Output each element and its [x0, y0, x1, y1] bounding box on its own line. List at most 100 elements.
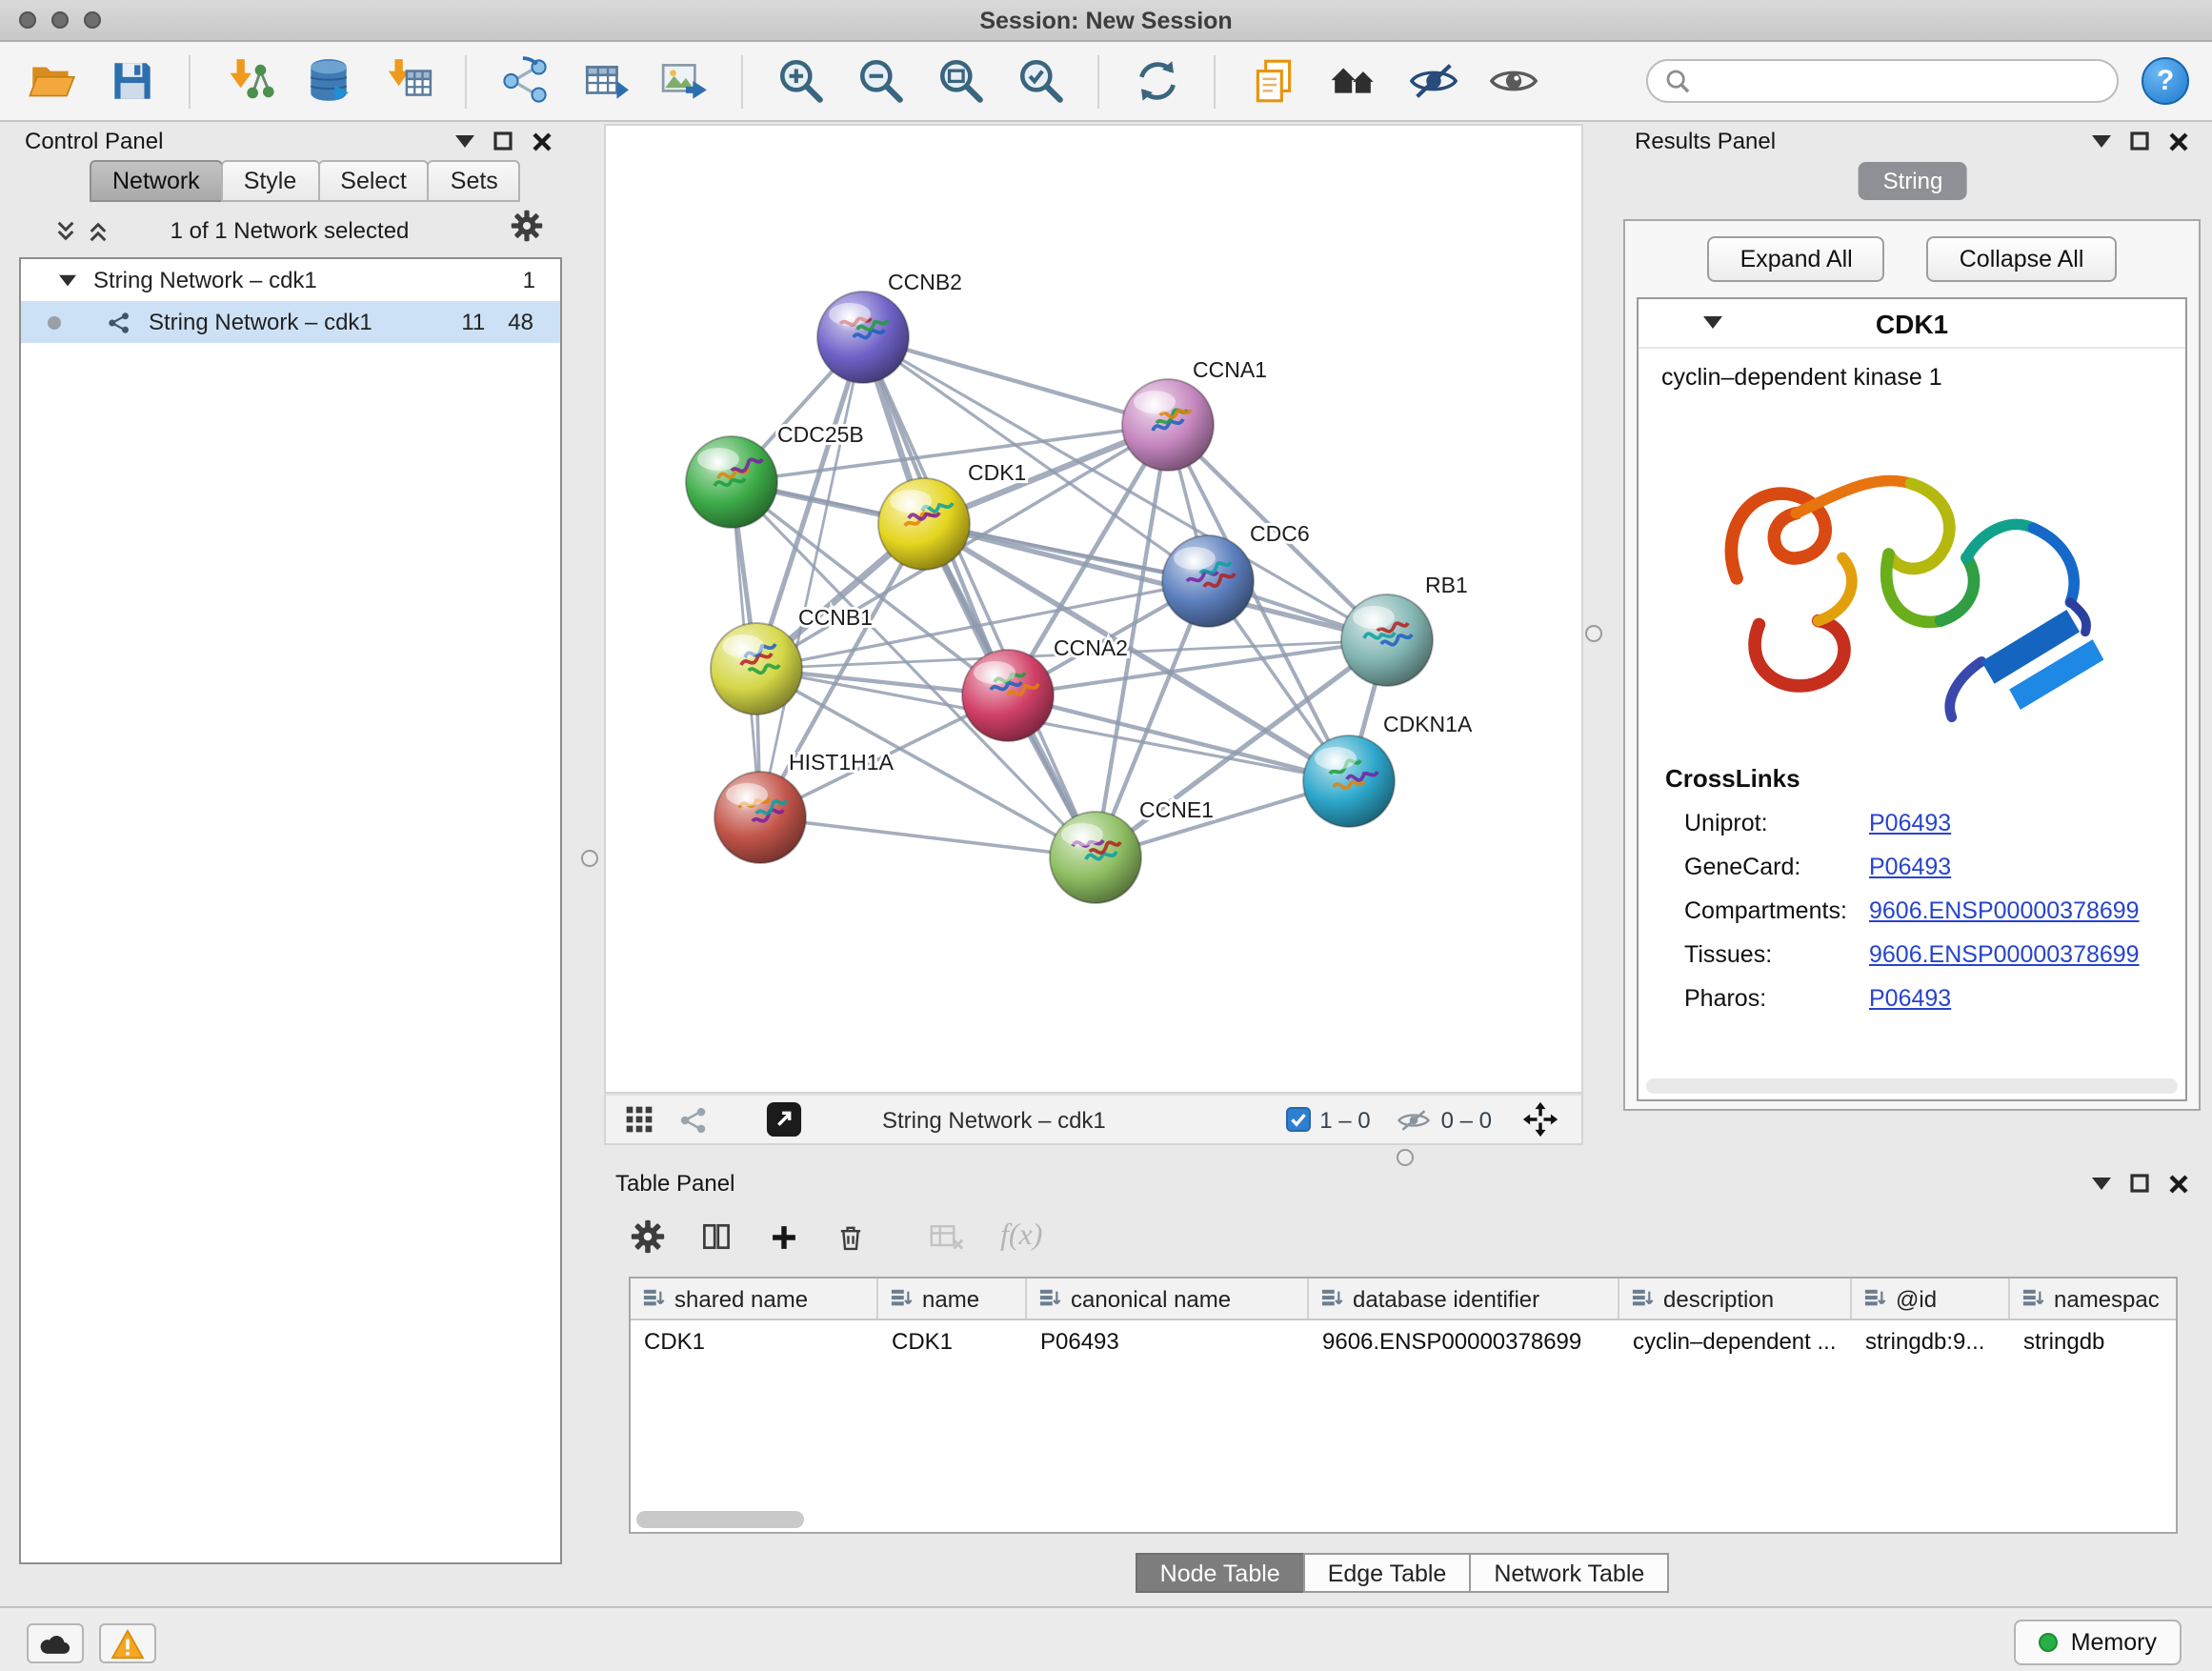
column-header-description[interactable]: description	[1619, 1278, 1852, 1319]
export-view-button[interactable]	[766, 1101, 802, 1137]
column-header--id[interactable]: @id	[1852, 1278, 2010, 1319]
network-node-rb1[interactable]: RB1	[1341, 573, 1468, 686]
crosslink-link[interactable]: 9606.ENSP00000378699	[1869, 940, 2140, 967]
column-header-database-identifier[interactable]: database identifier	[1309, 1278, 1619, 1319]
table-cell[interactable]: 9606.ENSP00000378699	[1309, 1320, 1619, 1362]
tab-edge-table[interactable]: Edge Table	[1303, 1553, 1472, 1593]
table-cell[interactable]: P06493	[1027, 1320, 1309, 1362]
table-cell[interactable]: cyclin–dependent ...	[1619, 1320, 1852, 1362]
warnings-button[interactable]	[99, 1623, 156, 1663]
table-cell[interactable]: stringdb	[2010, 1320, 2178, 1362]
expand-all-button[interactable]: Expand All	[1708, 236, 1885, 282]
network-canvas[interactable]: CCNB2CCNA1CDC25BCDK1CDC6RB1CCNB1CCNA2CDK…	[606, 126, 1581, 1092]
float-panel-icon[interactable]	[2130, 131, 2149, 151]
pan-mode-button[interactable]	[1522, 1101, 1558, 1137]
column-header-shared-name[interactable]: shared name	[631, 1278, 878, 1319]
network-overview-button[interactable]	[678, 1104, 709, 1135]
network-edge[interactable]	[760, 337, 863, 817]
export-image-button[interactable]	[655, 52, 713, 110]
collapse-section-icon[interactable]	[1703, 316, 1722, 330]
sphere-highlight	[1134, 391, 1176, 413]
network-node-ccna1[interactable]: CCNA1	[1122, 357, 1267, 471]
zoom-fit-button[interactable]	[932, 52, 989, 110]
network-view-title: String Network – cdk1	[882, 1106, 1106, 1133]
network-node-ccnb2[interactable]: CCNB2	[817, 270, 962, 383]
cloud-status-button[interactable]	[27, 1623, 84, 1663]
panel-menu-icon[interactable]	[2092, 1177, 2111, 1190]
tree-expand-icon[interactable]	[59, 273, 76, 287]
sort-column-icon	[1863, 1288, 1886, 1309]
new-network-icon	[498, 55, 550, 107]
crosslink-link[interactable]: P06493	[1869, 853, 1951, 879]
import-table-button[interactable]	[379, 52, 436, 110]
sphere-highlight	[1061, 823, 1103, 846]
horizontal-scrollbar-thumb[interactable]	[636, 1511, 804, 1528]
table-cell[interactable]: stringdb:9...	[1852, 1320, 2010, 1362]
close-panel-icon[interactable]	[2168, 131, 2189, 151]
network-edge[interactable]	[863, 337, 1096, 857]
tab-node-table[interactable]: Node Table	[1136, 1553, 1305, 1593]
selected-indicator-checkbox[interactable]	[1285, 1107, 1310, 1132]
crosslink-link[interactable]: P06493	[1869, 984, 1951, 1011]
left-splitter-handle[interactable]	[581, 850, 598, 867]
tab-style[interactable]: Style	[221, 160, 320, 202]
tab-string[interactable]: String	[1859, 162, 1968, 200]
new-network-button[interactable]	[495, 52, 553, 110]
tab-network-table[interactable]: Network Table	[1469, 1553, 1669, 1593]
network-node-cdk1[interactable]: CDK1	[878, 460, 1026, 570]
column-header-name[interactable]: name	[878, 1278, 1027, 1319]
panel-menu-icon[interactable]	[455, 134, 474, 148]
import-network-file-button[interactable]	[219, 52, 276, 110]
column-header-namespac[interactable]: namespac	[2010, 1278, 2178, 1319]
table-cell[interactable]: CDK1	[631, 1320, 878, 1362]
grid-view-button[interactable]	[625, 1105, 654, 1134]
network-node-cdkn1a[interactable]: CDKN1A	[1303, 712, 1473, 827]
panel-menu-icon[interactable]	[2092, 134, 2111, 148]
results-scrollbar[interactable]	[1646, 1078, 2178, 1094]
column-header-canonical-name[interactable]: canonical name	[1027, 1278, 1309, 1319]
show-columns-button[interactable]	[699, 1219, 734, 1254]
crosslink-link[interactable]: P06493	[1869, 809, 1951, 836]
new-table-button[interactable]	[575, 52, 633, 110]
crosslink-link[interactable]: 9606.ENSP00000378699	[1869, 896, 2140, 923]
zoom-selected-button[interactable]	[1012, 52, 1069, 110]
hide-panel-button[interactable]	[1404, 52, 1461, 110]
network-edge[interactable]	[760, 817, 1096, 857]
network-node-cdc25b[interactable]: CDC25B	[686, 422, 864, 528]
tab-network[interactable]: Network	[90, 160, 223, 202]
tab-sets[interactable]: Sets	[428, 160, 521, 202]
close-panel-icon[interactable]	[532, 131, 553, 151]
refresh-button[interactable]	[1128, 52, 1185, 110]
add-column-button[interactable]	[768, 1220, 800, 1253]
open-session-button[interactable]	[23, 52, 80, 110]
expand-all-icon[interactable]	[88, 218, 109, 243]
bottom-splitter-handle[interactable]	[1397, 1149, 1414, 1166]
close-panel-icon[interactable]	[2168, 1173, 2189, 1194]
float-panel-icon[interactable]	[493, 131, 513, 151]
network-node-cdc6[interactable]: CDC6	[1162, 521, 1310, 627]
network-collection-row[interactable]: String Network – cdk1 1	[21, 259, 560, 301]
zoom-out-button[interactable]	[852, 52, 909, 110]
network-edge[interactable]	[863, 337, 1168, 425]
import-network-database-button[interactable]	[299, 52, 356, 110]
save-session-button[interactable]	[103, 52, 160, 110]
show-panel-button[interactable]	[1484, 52, 1541, 110]
home-button[interactable]	[1324, 52, 1381, 110]
memory-button[interactable]: Memory	[2014, 1620, 2182, 1665]
network-options-gear[interactable]	[511, 210, 543, 252]
right-splitter-handle[interactable]	[1585, 625, 1602, 642]
collapse-all-button[interactable]: Collapse All	[1927, 236, 2117, 282]
search-input[interactable]	[1701, 68, 2100, 94]
help-button[interactable]: ?	[2142, 57, 2189, 105]
hidden-indicator[interactable]	[1398, 1106, 1432, 1133]
network-node-hist1h1a[interactable]: HIST1H1A	[714, 750, 895, 863]
clone-network-button[interactable]	[1244, 52, 1301, 110]
zoom-in-button[interactable]	[772, 52, 829, 110]
delete-column-button[interactable]	[835, 1220, 867, 1253]
network-row-selected[interactable]: String Network – cdk1 11 48	[21, 301, 560, 343]
table-cell[interactable]: CDK1	[878, 1320, 1027, 1362]
table-options-button[interactable]	[631, 1219, 665, 1254]
collapse-all-icon[interactable]	[55, 218, 76, 243]
float-panel-icon[interactable]	[2130, 1174, 2149, 1193]
tab-select[interactable]: Select	[317, 160, 430, 202]
